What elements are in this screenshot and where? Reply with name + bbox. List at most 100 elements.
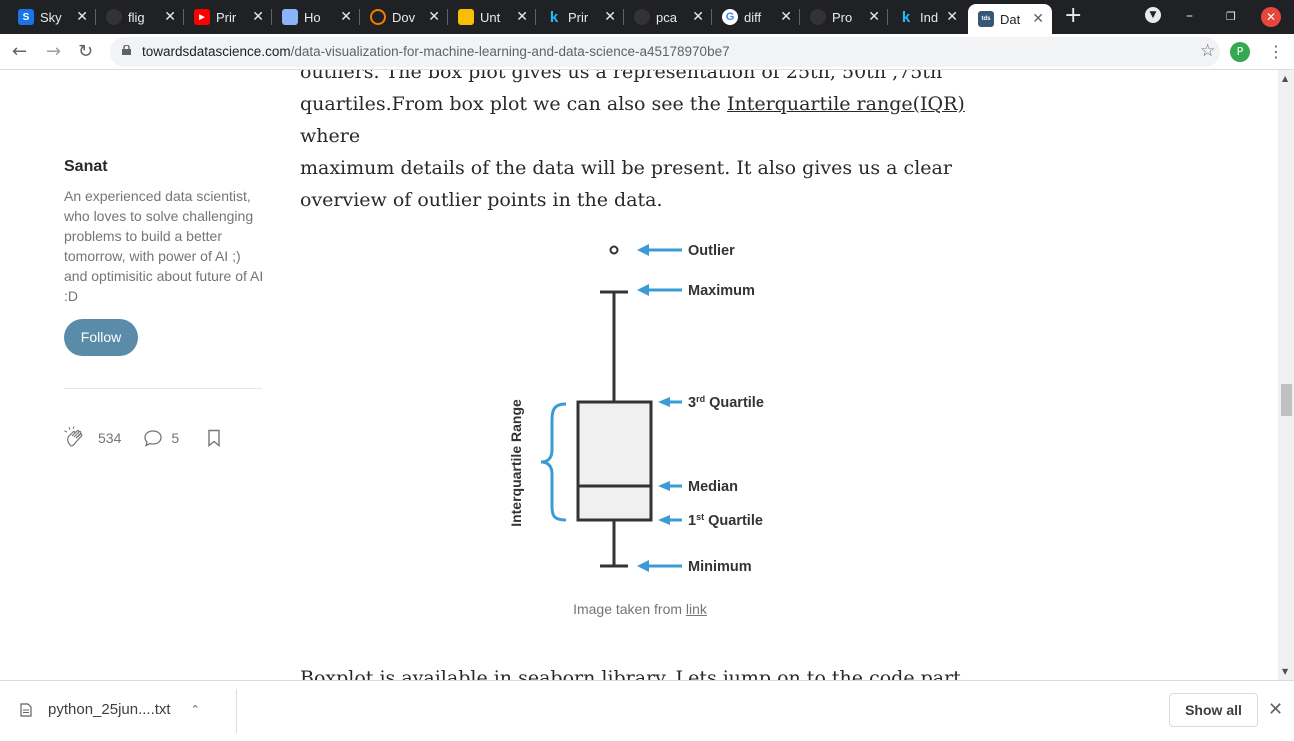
github-icon <box>810 9 826 25</box>
url-host: towardsdatascience.com <box>142 44 291 59</box>
github-icon <box>634 9 650 25</box>
tab-title: Ho <box>304 9 321 25</box>
kaggle-icon: k <box>549 8 559 26</box>
notebook-icon <box>458 9 474 25</box>
window-close-button[interactable]: ✕ <box>1261 7 1281 27</box>
close-icon[interactable]: ✕ <box>1268 699 1283 720</box>
close-icon[interactable]: ✕ <box>76 8 88 25</box>
file-icon <box>20 702 32 717</box>
lock-icon <box>122 45 131 55</box>
engagement-stats: 534 5 <box>64 426 221 450</box>
close-icon[interactable]: ✕ <box>692 8 704 25</box>
clap-icon[interactable] <box>64 426 90 450</box>
address-bar[interactable]: towardsdatascience.com/data-visualizatio… <box>110 37 1220 67</box>
close-icon[interactable]: ✕ <box>1032 10 1044 27</box>
paragraph-line: quartiles.From box plot we can also see … <box>300 93 965 147</box>
browser-menu-icon[interactable]: ⋮ <box>1268 42 1284 61</box>
tab-title: Prir <box>216 9 237 25</box>
outlier-point <box>609 245 619 255</box>
tab-title: Unt <box>480 9 501 25</box>
url-path: /data-visualization-for-machine-learning… <box>290 44 730 59</box>
github-icon <box>106 9 122 25</box>
iqr-link[interactable]: Interquartile range(IQR) <box>727 93 965 115</box>
author-name[interactable]: Sanat <box>64 158 264 176</box>
tab-title: Pro <box>832 9 853 25</box>
tab-active[interactable]: tds Dat ✕ <box>968 4 1052 34</box>
maximum-label: Maximum <box>688 283 755 299</box>
tab-title: Ind <box>920 9 939 25</box>
close-icon[interactable]: ✕ <box>780 8 792 25</box>
tab-title: Dat <box>1000 11 1021 27</box>
tab-5[interactable]: Dov ✕ <box>360 4 448 30</box>
article-paragraph-partial: Boxplot is available in seaborn library.… <box>300 667 967 680</box>
comment-icon[interactable] <box>143 429 163 447</box>
clap-count: 534 <box>98 430 122 446</box>
tab-title: Dov <box>392 9 416 25</box>
tab-title: pca <box>656 9 677 25</box>
profile-avatar[interactable]: P <box>1230 42 1250 62</box>
iqr-box <box>576 400 653 522</box>
close-icon[interactable]: ✕ <box>428 8 440 25</box>
restore-button[interactable]: ❐ <box>1226 10 1236 23</box>
tab-11[interactable]: k Ind ✕ <box>888 4 966 30</box>
close-icon[interactable]: ✕ <box>946 8 958 25</box>
divider <box>64 388 262 389</box>
minimum-label: Minimum <box>688 559 752 575</box>
q1-label: 1st Quartile <box>688 512 763 529</box>
minimize-button[interactable]: – <box>1186 8 1193 24</box>
tab-7[interactable]: k Prir ✕ <box>536 4 624 30</box>
tab-strip: S Sky ✕ flig ✕ ▶ Prir ✕ Ho ✕ Dov ✕ Unt ✕… <box>0 0 1294 34</box>
scrollbar-thumb[interactable] <box>1281 384 1292 416</box>
show-all-button[interactable]: Show all <box>1169 693 1258 727</box>
scroll-down-arrow[interactable]: ▼ <box>1282 667 1288 676</box>
page-scrollbar[interactable] <box>1278 70 1294 680</box>
scroll-up-arrow[interactable]: ▲ <box>1282 74 1288 83</box>
tab-6[interactable]: Unt ✕ <box>448 4 536 30</box>
tab-title: flig <box>128 9 145 25</box>
bookmark-star-icon[interactable]: ☆ <box>1200 41 1215 61</box>
close-icon[interactable]: ✕ <box>604 8 616 25</box>
q3-label: 3rd Quartile <box>688 394 764 411</box>
paragraph-line: overview of outlier points in the data. <box>300 189 663 211</box>
chevron-up-icon[interactable]: ⌃ <box>191 703 200 716</box>
author-bio: An experienced data scientist, who loves… <box>64 188 264 304</box>
tab-4[interactable]: Ho ✕ <box>272 4 360 30</box>
download-item[interactable]: python_25jun....txt ⌃ <box>20 701 200 718</box>
close-icon[interactable]: ✕ <box>252 8 264 25</box>
download-filename: python_25jun....txt <box>48 701 171 718</box>
tab-1[interactable]: S Sky ✕ <box>8 4 96 30</box>
tab-title: Prir <box>568 9 589 25</box>
tab-title: Sky <box>40 9 62 25</box>
paragraph-line: maximum details of the data will be pres… <box>300 157 952 179</box>
iqr-brace <box>540 402 567 522</box>
tab-9[interactable]: G diff ✕ <box>712 4 800 30</box>
article-paragraph: quartiles.From box plot we can also see … <box>300 88 1000 216</box>
tab-2[interactable]: flig ✕ <box>96 4 184 30</box>
reload-button[interactable]: ↻ <box>78 41 93 62</box>
tds-icon: tds <box>978 11 994 27</box>
forward-button[interactable]: → <box>46 41 61 62</box>
follow-button[interactable]: Follow <box>64 319 138 356</box>
close-icon[interactable]: ✕ <box>516 8 528 25</box>
url-text: towardsdatascience.com/data-visualizatio… <box>142 44 730 59</box>
tab-10[interactable]: Pro ✕ <box>800 4 888 30</box>
median-label: Median <box>688 479 738 495</box>
tab-3[interactable]: ▶ Prir ✕ <box>184 4 272 30</box>
tab-8[interactable]: pca ✕ <box>624 4 712 30</box>
close-icon[interactable]: ✕ <box>340 8 352 25</box>
iqr-label: Interquartile Range <box>508 399 524 527</box>
bookmark-icon[interactable] <box>207 429 221 447</box>
skype-icon: S <box>18 9 34 25</box>
response-count: 5 <box>171 430 180 446</box>
download-bar: python_25jun....txt ⌃ Show all ✕ <box>0 680 1294 741</box>
close-icon[interactable]: ✕ <box>868 8 880 25</box>
image-caption: Image taken from link <box>573 601 707 617</box>
new-tab-button[interactable]: + <box>1064 5 1082 27</box>
back-button[interactable]: ← <box>12 41 27 62</box>
tab-search-icon[interactable]: ▼ <box>1145 7 1161 23</box>
caption-link[interactable]: link <box>686 601 707 617</box>
article-page: outliers. The box plot gives us a repres… <box>0 70 1278 680</box>
boxplot-diagram: Interquartile Range Outlier Maximum 3rd … <box>508 243 764 575</box>
youtube-icon: ▶ <box>194 9 210 25</box>
close-icon[interactable]: ✕ <box>164 8 176 25</box>
